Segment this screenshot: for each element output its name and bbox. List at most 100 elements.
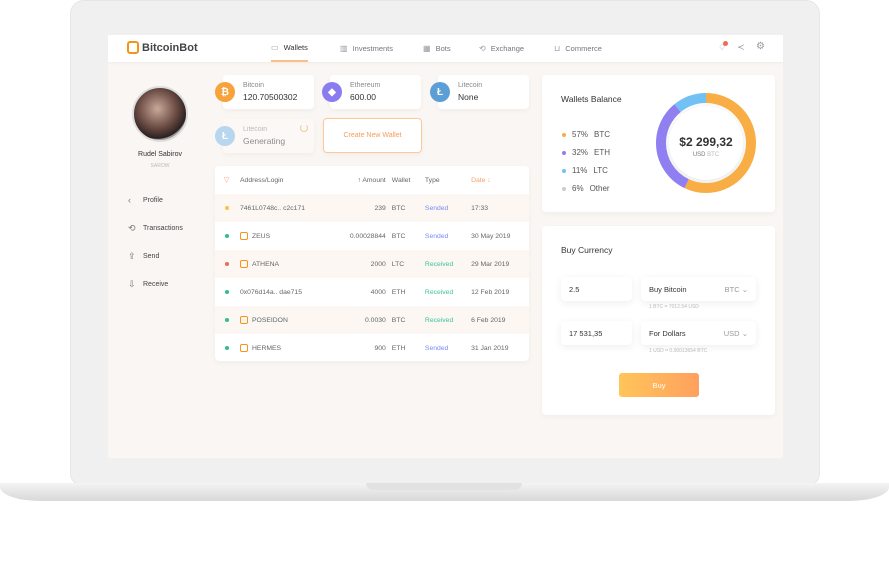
bitcoinbot-logo-icon	[240, 316, 248, 324]
table-row[interactable]: HERMES 900 ETH Sended 31 Jan 2019	[215, 334, 529, 362]
nav-tab-commerce[interactable]: ⊔ Commerce	[554, 35, 602, 62]
wallet: ETH	[391, 288, 406, 296]
for-currency-select[interactable]: For Dollars USD ⌄	[641, 321, 756, 345]
status-dot	[225, 205, 229, 210]
wallets-balance-card: Wallets Balance $2 299,32 USD BTC 57% BTC…	[542, 75, 775, 212]
nav-tab-wallets[interactable]: ▭ Wallets	[271, 35, 308, 62]
wallet-name: Ethereum	[350, 82, 381, 89]
nav-tab-exchange[interactable]: ⟲ Exchange	[479, 35, 524, 62]
legend-label: BTC	[594, 130, 611, 139]
sidebar-label: Receive	[143, 281, 169, 288]
legend-other: 6% Other	[562, 184, 610, 193]
buy-cur: BTC	[724, 284, 740, 294]
wallet-card-litecoin[interactable]: Ł Litecoin None	[430, 75, 529, 109]
date: 6 Feb 2019	[471, 316, 506, 324]
status-dot	[225, 233, 229, 238]
user-name: Rudel Sabirov	[138, 151, 182, 158]
amount: 0.0030	[365, 316, 386, 324]
wallet-value: 120.70500302	[243, 92, 298, 102]
legend-pct: 32%	[572, 148, 589, 157]
balance-title: Wallets Balance	[561, 94, 622, 104]
amount: 239	[374, 204, 386, 212]
address: HERMES	[252, 344, 282, 352]
sidebar-item-send[interactable]: ⇪ Send	[128, 251, 159, 262]
bitcoinbot-logo-icon	[240, 232, 248, 240]
date: 31 Jan 2019	[471, 344, 509, 352]
table-row[interactable]: ATHENA 2000 LTC Received 29 Mar 2019	[215, 250, 529, 278]
type: Sended	[424, 204, 449, 212]
sidebar-item-transactions[interactable]: ⟲ Transactions	[128, 223, 183, 234]
bitcoinbot-logo-icon	[127, 41, 139, 54]
transactions-table: ▽ Address/Login ↑ Amount Wallet Type Dat…	[215, 166, 529, 361]
wallet-icon: ▭	[271, 43, 279, 52]
table-row[interactable]: ZEUS 0.00028844 BTC Sended 30 May 2019	[215, 222, 529, 250]
buy-currency-card: Buy Currency 2.5 Buy Bitcoin BTC ⌄ 1 BTC …	[542, 226, 775, 415]
status-dot	[225, 289, 229, 294]
chevron-down-icon: ⌄	[741, 328, 748, 338]
bell-icon[interactable]: ♢	[718, 41, 728, 53]
share-icon[interactable]: ≺	[737, 42, 745, 53]
usd-value: 17 531,35	[569, 328, 603, 338]
col-type[interactable]: Type	[422, 166, 468, 194]
wallet: ETH	[391, 344, 406, 352]
logo[interactable]: BitcoinBot	[127, 41, 198, 54]
table-row[interactable]: POSEIDON 0.0030 BTC Received 6 Feb 2019	[215, 306, 529, 334]
app-screen: BitcoinBot ♢ ≺ ⚙ ▭ Wallets ▥ Investments ▦ Bo…	[108, 35, 783, 458]
wallet: BTC	[391, 316, 406, 324]
bar-chart-icon: ▥	[340, 44, 348, 53]
col-amount[interactable]: ↑ Amount	[332, 166, 388, 194]
buy-button[interactable]: Buy	[619, 373, 699, 397]
amount: 2000	[370, 260, 386, 268]
legend-label: Other	[589, 184, 610, 193]
wallet-card-bitcoin[interactable]: ₿ Bitcoin 120.70500302	[215, 75, 314, 109]
address: 7461L0748c.. c2c171	[240, 204, 306, 212]
laptop-notch	[366, 483, 522, 490]
create-new-wallet-button[interactable]: Create New Wallet	[323, 118, 422, 153]
unit-usd[interactable]: USD	[693, 152, 706, 158]
wallet: LTC	[391, 260, 405, 268]
upload-icon: ⇪	[128, 251, 136, 261]
wallet-card-litecoin[interactable]: Ł Litecoin Generating	[215, 119, 314, 153]
exchange-icon: ⟲	[479, 44, 486, 53]
unit-btc[interactable]: BTC	[707, 152, 719, 158]
col-wallet[interactable]: Wallet	[389, 166, 422, 194]
balance-total: $2 299,32	[679, 135, 733, 149]
usd-amount-input[interactable]: 17 531,35	[561, 321, 632, 345]
legend-dot	[562, 150, 566, 155]
legend-pct: 11%	[572, 166, 588, 175]
sidebar-item-profile[interactable]: ‹ Profile	[128, 195, 163, 205]
user-tag: SAROW	[150, 163, 170, 169]
col-address[interactable]: Address/Login	[237, 166, 332, 194]
legend-dot	[562, 168, 566, 173]
wallet: BTC	[391, 232, 406, 240]
nav-tab-bots[interactable]: ▦ Bots	[423, 35, 451, 62]
rate-usd: 1 USD = 0.00013654 BTC	[649, 348, 708, 354]
filter-icon[interactable]: ▽	[215, 166, 237, 194]
gear-icon[interactable]: ⚙	[756, 41, 765, 52]
address: ZEUS	[252, 232, 271, 240]
nav-tab-investments[interactable]: ▥ Investments	[340, 35, 393, 62]
type: Sended	[424, 344, 449, 352]
wallet-card-ethereum[interactable]: ◆ Ethereum 600.00	[322, 75, 421, 109]
chevron-down-icon: ⌄	[741, 284, 748, 294]
nav-label: Commerce	[565, 44, 602, 53]
history-icon: ⟲	[128, 223, 136, 233]
sidebar-item-receive[interactable]: ⇩ Receive	[128, 279, 168, 290]
amount: 0.00028844	[349, 232, 386, 240]
buy-currency-select[interactable]: Buy Bitcoin BTC ⌄	[641, 277, 756, 301]
table-row[interactable]: 0x076d14a.. dae715 4000 ETH Received 12 Feb …	[215, 278, 529, 306]
address: POSEIDON	[252, 316, 288, 324]
type: Received	[424, 260, 454, 268]
bot-icon: ▦	[423, 44, 431, 53]
date: 30 May 2019	[471, 232, 511, 240]
type: Sended	[424, 232, 449, 240]
date: 29 Mar 2019	[471, 260, 510, 268]
chevron-left-icon: ‹	[128, 195, 131, 205]
legend-pct: 57%	[572, 130, 589, 139]
nav-label: Exchange	[490, 44, 525, 53]
avatar[interactable]	[132, 86, 188, 142]
col-date[interactable]: Date ↓	[468, 166, 529, 194]
sidebar-label: Send	[143, 253, 160, 260]
table-row[interactable]: 7461L0748c.. c2c171 239 BTC Sended 17:33	[215, 194, 529, 222]
amount-input[interactable]: 2.5	[561, 277, 632, 301]
